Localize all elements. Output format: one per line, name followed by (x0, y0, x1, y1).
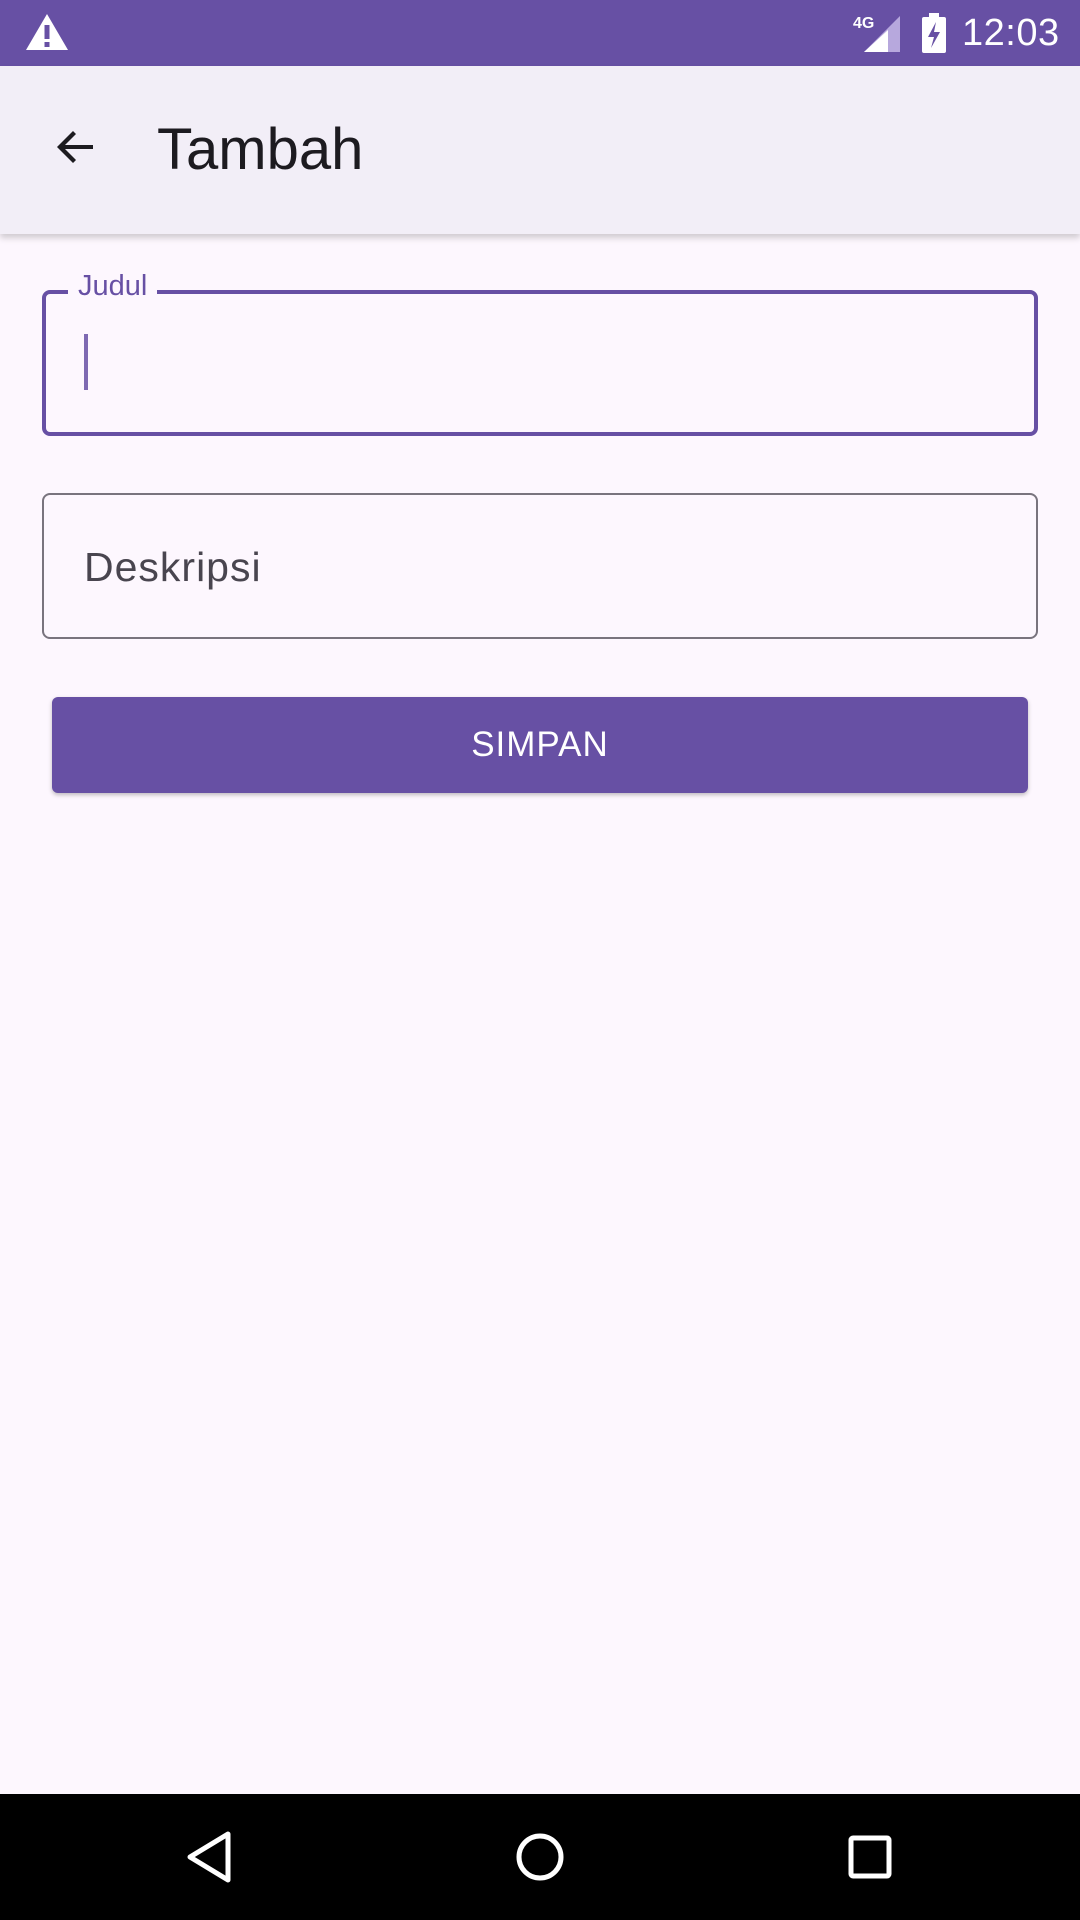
arrow-back-icon (57, 131, 93, 163)
page-title: Tambah (157, 117, 364, 182)
nav-home-icon (516, 1833, 564, 1881)
save-button[interactable]: SIMPAN (52, 697, 1028, 793)
deskripsi-field[interactable]: Deskripsi (42, 493, 1038, 639)
nav-recents-button[interactable] (825, 1812, 915, 1902)
signal-4g-icon: 4G (853, 15, 900, 52)
network-label: 4G (853, 15, 874, 32)
judul-input[interactable] (84, 294, 988, 434)
warning-icon (26, 14, 68, 50)
status-time: 12:03 (962, 12, 1060, 54)
deskripsi-placeholder: Deskripsi (84, 544, 262, 590)
nav-bar (0, 1794, 1080, 1920)
status-bar: 4G 12:03 (0, 0, 1080, 66)
nav-back-icon (187, 1831, 231, 1883)
judul-field[interactable]: Judul (42, 268, 1038, 436)
nav-back-button[interactable] (165, 1812, 255, 1902)
save-button-label: SIMPAN (471, 725, 609, 764)
back-button[interactable] (30, 102, 120, 192)
app-bar: Tambah (0, 66, 1080, 234)
nav-home-button[interactable] (495, 1812, 585, 1902)
screen: 4G 12:03 Tambah Judul Deskripsi SIMPAN (0, 0, 1080, 1920)
battery-charging-icon (922, 13, 946, 53)
nav-recents-icon (848, 1835, 892, 1879)
